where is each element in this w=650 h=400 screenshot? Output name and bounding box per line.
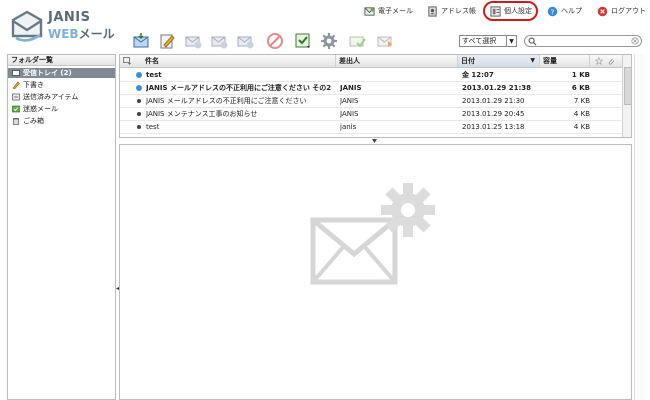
delete-icon[interactable] bbox=[266, 32, 284, 50]
row-date: 2013.01.29 20:45 bbox=[462, 110, 525, 118]
folder-label: 迷惑メール bbox=[23, 105, 58, 113]
preview-pane bbox=[119, 144, 632, 400]
mail-list-header: 件名 差出人 日付 ▼ 容量 bbox=[120, 55, 622, 68]
mail-settings-watermark-icon bbox=[310, 183, 435, 285]
table-row[interactable]: JANIS メールアドレスの不正利用にご注意ください その2 JANIS 201… bbox=[120, 82, 622, 95]
row-subject: JANIS メンテナンス工事のお知らせ bbox=[146, 110, 258, 118]
logout-icon bbox=[597, 6, 608, 16]
attachment-icon[interactable] bbox=[607, 57, 615, 65]
nav-logout[interactable]: ログアウト bbox=[597, 4, 646, 18]
nav-help[interactable]: ? ヘルプ bbox=[547, 4, 582, 18]
folder-label: ごみ箱 bbox=[23, 117, 44, 125]
table-row[interactable]: JANIS メールアドレスの不正利用にご注意ください JANIS 2013.01… bbox=[120, 95, 622, 108]
spam-check-icon[interactable] bbox=[348, 32, 366, 50]
row-subject: JANIS メールアドレスの不正利用にご注意ください その2 bbox=[146, 84, 332, 92]
unread-dot-icon bbox=[136, 72, 142, 78]
folder-label: 送信済みアイテム bbox=[23, 93, 79, 101]
folder-sent[interactable]: 送信済みアイテム bbox=[8, 92, 115, 102]
filter-select[interactable]: すべて選択 ▼ bbox=[459, 35, 517, 47]
address-book-icon bbox=[428, 5, 437, 17]
sort-desc-icon: ▼ bbox=[530, 57, 535, 64]
folder-label: 受信トレイ (2) bbox=[23, 69, 72, 77]
row-date: 2013.01.29 21:30 bbox=[462, 97, 525, 105]
folder-panel-title: フォルダ一覧 bbox=[8, 55, 115, 66]
row-size: 1 KB bbox=[571, 71, 590, 79]
row-size: 7 KB bbox=[573, 97, 590, 105]
folder-drafts[interactable]: 下書き bbox=[8, 80, 115, 90]
mail-list: 件名 差出人 日付 ▼ 容量 test 金 12:07 1 KB JANIS メ… bbox=[119, 54, 632, 138]
svg-text:?: ? bbox=[551, 7, 555, 16]
search-icon bbox=[528, 37, 537, 46]
table-row[interactable]: test 金 12:07 1 KB bbox=[120, 69, 622, 82]
forward-icon[interactable] bbox=[236, 32, 254, 50]
pencil-icon bbox=[12, 81, 20, 89]
nav-address-book[interactable]: アドレス帳 bbox=[427, 4, 476, 18]
filter-select-value: すべて選択 bbox=[462, 37, 497, 45]
splitter-arrow-icon bbox=[372, 139, 377, 143]
receive-mail-icon[interactable] bbox=[132, 32, 150, 50]
list-scrollbar[interactable] bbox=[622, 55, 631, 137]
row-from: JANIS bbox=[340, 97, 359, 105]
reply-all-icon[interactable] bbox=[210, 32, 228, 50]
mark-icon[interactable] bbox=[294, 32, 312, 50]
nav-personal-settings-label: 個人設定 bbox=[504, 7, 532, 15]
row-subject: test bbox=[146, 123, 160, 131]
folder-panel: フォルダ一覧 受信トレイ (2) 下書き 送信済みアイテム 迷惑メール ごみ箱 bbox=[7, 54, 116, 400]
page-scrollbar[interactable] bbox=[634, 54, 645, 400]
nav-personal-settings[interactable]: 個人設定 bbox=[490, 4, 532, 18]
unread-dot-icon bbox=[136, 85, 142, 91]
read-dot-icon bbox=[137, 99, 141, 103]
row-date: 2013.01.25 13:18 bbox=[462, 123, 525, 131]
email-icon bbox=[364, 6, 375, 16]
row-size: 6 KB bbox=[571, 84, 590, 92]
nav-help-label: ヘルプ bbox=[561, 7, 582, 15]
compose-icon[interactable] bbox=[158, 32, 176, 50]
folder-trash[interactable]: ごみ箱 bbox=[8, 116, 115, 126]
row-subject: JANIS メールアドレスの不正利用にご注意ください bbox=[146, 97, 307, 105]
reply-icon[interactable] bbox=[184, 32, 202, 50]
star-icon[interactable] bbox=[595, 57, 603, 65]
column-header-size[interactable]: 容量 bbox=[540, 55, 590, 67]
column-header-date[interactable]: 日付 ▼ bbox=[458, 55, 540, 67]
nav-email[interactable]: 電子メール bbox=[364, 4, 413, 18]
column-header-from[interactable]: 差出人 bbox=[336, 55, 458, 67]
logo-icon bbox=[11, 10, 43, 42]
nav-logout-label: ログアウト bbox=[611, 7, 646, 15]
trash-icon bbox=[13, 118, 19, 125]
search-input[interactable] bbox=[524, 35, 642, 47]
logo-subtext: WEBメール bbox=[48, 27, 115, 41]
settings-icon bbox=[490, 5, 501, 17]
row-subject: test bbox=[146, 71, 162, 79]
row-size: 4 KB bbox=[573, 123, 590, 131]
scroll-thumb[interactable] bbox=[624, 67, 631, 105]
gear-icon[interactable] bbox=[320, 32, 338, 50]
row-date: 金 12:07 bbox=[462, 71, 494, 79]
help-icon: ? bbox=[547, 6, 558, 16]
read-dot-icon bbox=[137, 125, 141, 129]
read-dot-icon bbox=[137, 112, 141, 116]
spam-icon bbox=[12, 105, 20, 113]
inbox-icon bbox=[12, 70, 20, 76]
logo-text: JANIS bbox=[48, 10, 91, 25]
nav-address-book-label: アドレス帳 bbox=[441, 7, 476, 15]
sent-icon bbox=[12, 93, 20, 101]
move-mail-icon[interactable] bbox=[376, 32, 394, 50]
thread-toggle-icon[interactable] bbox=[123, 57, 132, 65]
row-date: 2013.01.29 21:38 bbox=[462, 84, 532, 92]
table-row[interactable]: test janis 2013.01.25 13:18 4 KB bbox=[120, 121, 622, 134]
row-from: JANIS bbox=[340, 84, 362, 92]
column-header-date-label: 日付 bbox=[461, 57, 475, 65]
chevron-down-icon: ▼ bbox=[506, 36, 516, 46]
row-from: janis bbox=[340, 123, 357, 131]
row-from bbox=[340, 69, 458, 81]
folder-spam[interactable]: 迷惑メール bbox=[8, 104, 115, 114]
folder-inbox[interactable]: 受信トレイ (2) bbox=[8, 68, 115, 78]
row-from: JANIS bbox=[340, 110, 359, 118]
column-header-subject[interactable]: 件名 bbox=[142, 55, 336, 67]
table-row[interactable]: JANIS メンテナンス工事のお知らせ JANIS 2013.01.29 20:… bbox=[120, 108, 622, 121]
row-size: 4 KB bbox=[573, 110, 590, 118]
clear-search-icon[interactable] bbox=[631, 37, 639, 45]
nav-email-label: 電子メール bbox=[378, 7, 413, 15]
folder-label: 下書き bbox=[23, 81, 44, 89]
